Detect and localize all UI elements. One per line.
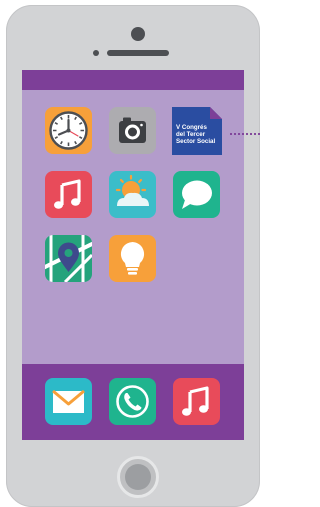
maps-app[interactable] [45,235,92,282]
lightbulb-icon [109,235,156,282]
home-button[interactable] [117,456,159,498]
phone-screen: V Congrés del Tercer Sector Social [22,70,244,440]
map-pin-icon [45,235,92,282]
ideas-app[interactable] [109,235,156,282]
phone-handset-icon [109,378,156,425]
dotted-connector [229,133,260,135]
clock-icon [45,107,92,154]
notice-line-3: Sector Social [176,138,216,146]
chat-bubble-icon [173,171,220,218]
clock-app[interactable] [45,107,92,154]
music-note-icon [45,171,92,218]
proximity-sensor [93,50,99,56]
front-camera [131,27,145,41]
notice-line-1: V Congrés [176,124,207,131]
messages-app[interactable] [173,171,220,218]
camera-app[interactable] [109,107,156,154]
music-note-icon [173,378,220,425]
app-dock [22,364,244,440]
status-bar [22,70,244,90]
phone-app[interactable] [109,378,156,425]
earpiece-speaker [107,50,169,56]
dock-music-app[interactable] [173,378,220,425]
notice-app[interactable]: V Congrés del Tercer Sector Social [172,107,222,155]
music-app[interactable] [45,171,92,218]
camera-icon [109,107,156,154]
notice-label: V Congrés del Tercer Sector Social [176,124,222,146]
envelope-icon [45,378,92,425]
mail-app[interactable] [45,378,92,425]
sun-cloud-icon [109,171,156,218]
weather-app[interactable] [109,171,156,218]
notice-line-2: del Tercer [176,131,206,139]
